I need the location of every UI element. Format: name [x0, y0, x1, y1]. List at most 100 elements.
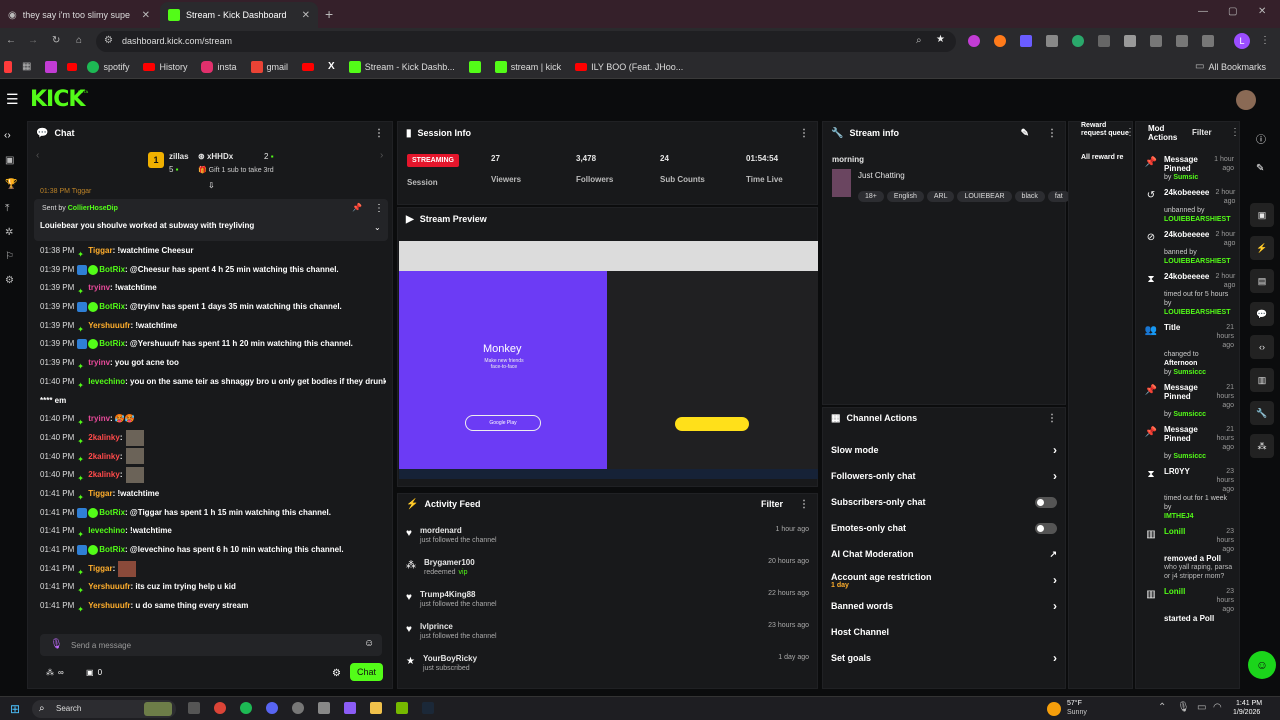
chat-input[interactable]: 🎙 Send a message ☺: [40, 634, 382, 656]
chat-message[interactable]: 01:39 PM BotRix: @Cheesur has spent 4 h 2…: [40, 261, 386, 280]
message-user[interactable]: Tiggar: [88, 246, 112, 255]
tool-button-4[interactable]: 💬: [1250, 302, 1274, 326]
chat-message[interactable]: 01:40 PM ✦ 2kalinky:: [40, 448, 386, 467]
mod-filter-button[interactable]: Filter: [1192, 128, 1212, 137]
chat-message[interactable]: 01:40 PM ✦ 2kalinky:: [40, 429, 386, 448]
moderator-name[interactable]: Sumsic: [1173, 174, 1198, 181]
channel-action[interactable]: Slow mode ›: [823, 437, 1065, 463]
message-user[interactable]: tryinv: [88, 414, 110, 423]
close-window-icon[interactable]: ✕: [1258, 6, 1266, 17]
emoji-icon[interactable]: ☺: [364, 638, 374, 649]
chat-message[interactable]: **** em: [40, 392, 386, 411]
kick-logo[interactable]: KICK: [30, 87, 85, 112]
tag[interactable]: 18+: [858, 191, 884, 202]
moderator-name[interactable]: LOUIEBEARSHIEST: [1164, 258, 1231, 265]
bookmark-icon[interactable]: [45, 60, 58, 73]
bookmark-youtube[interactable]: [302, 62, 315, 71]
close-icon[interactable]: ✕: [142, 10, 150, 21]
mic-icon[interactable]: 🎙: [50, 639, 63, 650]
message-user[interactable]: tryinv: [88, 283, 110, 292]
activity-item[interactable]: ♥ lvlprince just followed the channel 23 ho…: [398, 618, 817, 650]
youtube-icon[interactable]: [67, 62, 78, 71]
message-user[interactable]: BotRix: [99, 545, 125, 554]
message-user[interactable]: Tiggar: [88, 564, 112, 573]
upload-nav-icon[interactable]: ⤒: [5, 203, 9, 214]
tool-button-6[interactable]: ▥: [1250, 368, 1274, 392]
message-user[interactable]: BotRix: [99, 508, 125, 517]
chat-message[interactable]: 01:41 PM BotRix: @Tiggar has spent 1 h 15…: [40, 504, 386, 523]
mod-action-item[interactable]: 👥 Title 21 hours ago changed to Afternoon by …: [1140, 320, 1238, 380]
bookmark-insta[interactable]: insta: [201, 60, 237, 73]
mod-action-item[interactable]: ↺ 24kobeeeee 2 hour ago unbanned by LOUIEBEA…: [1140, 185, 1238, 227]
message-user[interactable]: 2kalinky: [88, 433, 120, 442]
pinned-message[interactable]: Sent by CollierHoseDip Louiebear you sho…: [34, 199, 388, 241]
chat-message[interactable]: 01:41 PM ✦ Tiggar:: [40, 560, 386, 579]
bookmark-star-icon[interactable]: ★: [936, 34, 945, 45]
message-user[interactable]: Tiggar: [88, 489, 112, 498]
profile-avatar[interactable]: L: [1234, 33, 1250, 49]
chat-message[interactable]: 01:41 PM ✦ Tiggar: !watchtime: [40, 485, 386, 504]
mod-action-item[interactable]: ▥ Lonill 23 hours ago removed a Poll who yal…: [1140, 524, 1238, 584]
zoom-icon[interactable]: ⌕: [916, 35, 922, 46]
home-icon[interactable]: ⌂: [76, 35, 82, 46]
url-field[interactable]: ⚙ dashboard.kick.com/stream ⌕ ★: [96, 31, 956, 52]
tag[interactable]: fat: [1047, 191, 1070, 202]
moderator-name[interactable]: LOUIEBEARSHIEST: [1164, 309, 1231, 316]
media-icon[interactable]: [1202, 35, 1214, 47]
info-icon[interactable]: ⓘ: [1256, 131, 1266, 146]
stream-video[interactable]: Monkey Make new friends face-to-face Goo…: [399, 241, 818, 479]
chat-message[interactable]: 01:41 PM ✦ Yershuuufr: u do same thing eve…: [40, 597, 386, 616]
moderator-name[interactable]: Sumsiccc: [1173, 411, 1206, 418]
chat-message[interactable]: 01:41 PM ✦ levechino: !watchtime: [40, 522, 386, 541]
gamepad-icon[interactable]: [344, 702, 356, 714]
tool-button-1[interactable]: ▣: [1250, 203, 1274, 227]
new-tab-icon[interactable]: +: [325, 6, 333, 22]
user-avatar[interactable]: [1236, 90, 1256, 110]
activity-user[interactable]: YourBoyRicky: [423, 654, 770, 663]
tool-button-8[interactable]: ⁂: [1250, 434, 1274, 458]
more-icon[interactable]: ⋮: [799, 499, 809, 510]
steam-icon[interactable]: [422, 702, 434, 714]
hamburger-menu-icon[interactable]: ☰: [6, 91, 19, 108]
bookmark-ily-boo[interactable]: ILY BOO (Feat. JHoo...: [575, 62, 683, 72]
message-user[interactable]: Yershuuufr: [88, 321, 130, 330]
message-user[interactable]: tryinv: [88, 358, 110, 367]
mod-action-item[interactable]: ⊘ 24kobeeeee 2 hour ago banned by LOUIEBEARS…: [1140, 227, 1238, 269]
dashboard-nav-icon[interactable]: ▣: [5, 155, 14, 166]
forward-icon[interactable]: →: [28, 35, 38, 46]
bookmark-x[interactable]: X: [328, 61, 335, 72]
sub-counter[interactable]: ▣ 0: [86, 668, 102, 677]
next-arrow-icon[interactable]: ›: [380, 150, 383, 161]
mod-action-item[interactable]: 📌 Message Pinned 1 hour ago by Sumsic: [1140, 152, 1238, 185]
download-icon[interactable]: [1176, 35, 1188, 47]
moderator-name[interactable]: IMTHEJ4: [1164, 513, 1194, 520]
folder-icon[interactable]: [370, 702, 382, 714]
more-icon[interactable]: ⋮: [799, 128, 809, 139]
mod-action-item[interactable]: ⧗ LR0YY 23 hours ago timed out for 1 week b…: [1140, 464, 1238, 524]
tool-button-2[interactable]: ⚡: [1250, 236, 1274, 260]
pin-scroll-icon[interactable]: ⇩: [208, 181, 215, 190]
windows-start-icon[interactable]: ⊞: [10, 702, 20, 716]
settings-nav-icon[interactable]: ⚙: [5, 275, 14, 286]
message-user[interactable]: 2kalinky: [88, 452, 120, 461]
more-icon[interactable]: ⋮: [1047, 413, 1057, 424]
pencil-icon[interactable]: ✎: [1256, 163, 1264, 174]
taskbar-search[interactable]: ⌕ Search: [32, 700, 176, 718]
weather-sun-icon[interactable]: [1047, 702, 1061, 716]
sidebar-icon[interactable]: [1150, 35, 1162, 47]
message-user[interactable]: Yershuuufr: [88, 582, 130, 591]
menu-icon[interactable]: ⋮: [1260, 35, 1270, 46]
chevron-down-icon[interactable]: ⌄: [374, 223, 381, 232]
tag[interactable]: English: [886, 191, 924, 202]
taskview-icon[interactable]: [188, 702, 200, 714]
activity-user[interactable]: Trump4King88: [420, 590, 760, 599]
bookmark-icon[interactable]: [4, 60, 12, 73]
mod-nav-icon[interactable]: ⚐: [5, 251, 14, 262]
trophy-nav-icon[interactable]: 🏆: [5, 179, 17, 190]
tag[interactable]: LOUIEBEAR: [957, 191, 1012, 202]
extension-icon[interactable]: [994, 35, 1006, 47]
gifter-2[interactable]: ⊛ xHHDx: [198, 152, 233, 161]
mod-action-item[interactable]: ▥ Lonill 23 hours ago started a Poll: [1140, 584, 1238, 626]
message-user[interactable]: BotRix: [99, 302, 125, 311]
send-chat-button[interactable]: Chat: [350, 663, 383, 681]
